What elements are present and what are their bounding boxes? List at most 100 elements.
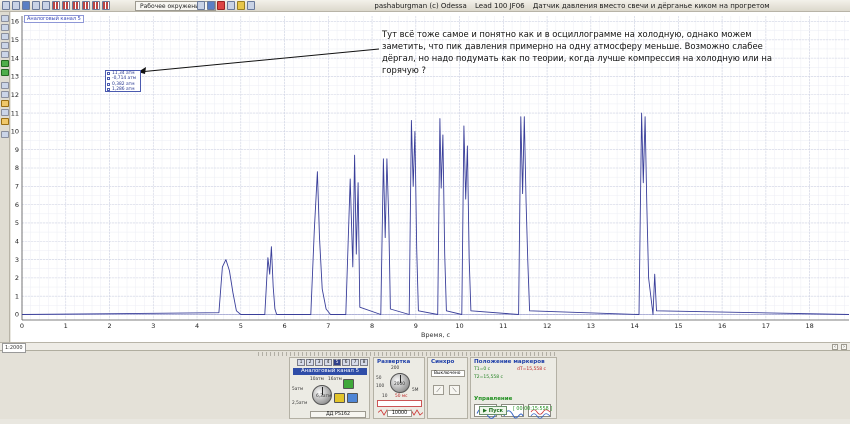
grid2-icon[interactable] xyxy=(62,1,70,10)
sync-rising-icon[interactable]: ⟋ xyxy=(433,385,444,395)
sweep-knob-label: 10 xyxy=(382,394,388,399)
zoom-fit-icon[interactable] xyxy=(1,33,9,40)
grid-icon[interactable] xyxy=(52,1,60,10)
run-label: Пуск xyxy=(488,408,504,414)
y-tick-label: 12 xyxy=(11,91,19,99)
title-author: pashaburgman (c) Odessa xyxy=(374,2,467,10)
x-tick-label: 10 xyxy=(455,322,463,330)
plot-area[interactable]: 0 1 2 3 4 5 6 7 8 9 10 11 12 13 14 15 16 17 18 0 1 2 3 4 5 6 7 8 9 10… xyxy=(11,12,850,342)
zoom-in-icon[interactable] xyxy=(1,15,9,22)
left-toolstrip xyxy=(0,12,10,342)
channel-tab-6[interactable]: 6 xyxy=(342,359,350,366)
toolbar-right xyxy=(197,1,255,10)
y-tick-label: 0 xyxy=(15,311,19,319)
sensor-field[interactable]: ДД PS162 xyxy=(310,411,366,418)
zoom-label[interactable]: 1:2000 xyxy=(2,343,26,353)
channel-tab-1[interactable]: 1 xyxy=(297,359,305,366)
power-icon[interactable] xyxy=(343,379,354,389)
y-tick-label: 7 xyxy=(15,183,19,191)
new-file-icon[interactable] xyxy=(2,1,10,10)
y-tick-label: 14 xyxy=(11,54,19,62)
sync-falling-icon[interactable]: ⟍ xyxy=(449,385,460,395)
horizontal-scrollbar[interactable]: 1:2000 ‹ › xyxy=(0,343,850,353)
y-tick-label: 13 xyxy=(11,73,19,81)
channel-label: Аналоговый канал 5 xyxy=(24,15,84,23)
x-tick-label: 1 xyxy=(64,322,68,330)
y-tick-label: 4 xyxy=(15,237,19,245)
zoom-y-icon[interactable] xyxy=(1,51,9,58)
channel-tab-2[interactable]: 2 xyxy=(306,359,314,366)
sync-mode-select[interactable]: Выключено xyxy=(431,370,465,377)
refresh-icon[interactable] xyxy=(197,1,205,10)
marker-t2: T2=15,558 с xyxy=(474,375,504,380)
sweep-knob-label: 200 xyxy=(391,366,400,371)
channel-tab-5[interactable]: 5 xyxy=(333,359,341,366)
x-tick-label: 14 xyxy=(630,322,638,330)
sweep-knob-label: 5M xyxy=(412,388,419,393)
record-icon[interactable] xyxy=(217,1,225,10)
help-icon[interactable] xyxy=(247,1,255,10)
scroll-right-icon[interactable]: › xyxy=(841,344,847,350)
grid3-icon[interactable] xyxy=(72,1,80,10)
grid-toggle-icon[interactable] xyxy=(1,131,9,138)
copy-icon[interactable] xyxy=(42,1,50,10)
x-tick-label: 18 xyxy=(805,322,813,330)
ruler-icon[interactable] xyxy=(1,109,9,116)
marker-swatch-icon xyxy=(107,82,110,86)
x-tick-label: 4 xyxy=(195,322,199,330)
sweep-value-input[interactable]: 10000 xyxy=(387,410,412,417)
x-tick-label: 5 xyxy=(239,322,243,330)
marker-swatch-icon xyxy=(107,77,110,81)
y-tick-label: 11 xyxy=(11,109,19,117)
marker-value: 0,382 атм xyxy=(112,81,135,87)
grid4-icon[interactable] xyxy=(82,1,90,10)
arrow-up-icon[interactable] xyxy=(1,60,9,67)
arrow-down-icon[interactable] xyxy=(1,69,9,76)
channel-tab-3[interactable]: 3 xyxy=(315,359,323,366)
scroll-left-icon[interactable]: ‹ xyxy=(832,344,838,350)
channel-tab-8[interactable]: 8 xyxy=(360,359,368,366)
export-icon[interactable] xyxy=(227,1,235,10)
workspace-select-label: Рабочее окружение xyxy=(140,3,203,10)
run-button[interactable]: ▶ Пуск xyxy=(479,406,507,415)
x-tick-label: 0 xyxy=(20,322,24,330)
x-tick-label: 17 xyxy=(762,322,770,330)
sync-panel: Синхро Выключено ⟋ ⟍ xyxy=(427,357,468,419)
zoom-out-icon[interactable] xyxy=(1,24,9,31)
panel-grip[interactable] xyxy=(258,352,558,356)
annotation-text: Тут всё тоже самое и понятно как и в осц… xyxy=(382,29,773,75)
print-icon[interactable] xyxy=(32,1,40,10)
open-file-icon[interactable] xyxy=(12,1,20,10)
sweep-wave-preview xyxy=(377,400,424,416)
zoom-x-icon[interactable] xyxy=(1,42,9,49)
marker-icon[interactable] xyxy=(1,91,9,98)
x-tick-label: 12 xyxy=(543,322,551,330)
channel-tab-7[interactable]: 7 xyxy=(351,359,359,366)
sweep-unit: 50 мс xyxy=(395,394,408,399)
grid5-icon[interactable] xyxy=(92,1,100,10)
title-toolbar: pashaburgman (c) Odessa Lead 100 JF06 Да… xyxy=(0,0,850,12)
play-icon[interactable] xyxy=(334,393,345,403)
y-tick-label: 15 xyxy=(11,36,19,44)
x-tick-label: 15 xyxy=(674,322,682,330)
x-tick-label: 2 xyxy=(107,322,111,330)
x-tick-label: 16 xyxy=(718,322,726,330)
grid6-icon[interactable] xyxy=(102,1,110,10)
save-data-icon[interactable] xyxy=(347,393,358,403)
channel-tab-4[interactable]: 4 xyxy=(324,359,332,366)
y-tick-label: 16 xyxy=(11,18,19,26)
highlight-icon[interactable] xyxy=(1,118,9,125)
marker-readout: 11,34 атм -0,714 атм 0,382 атм 1,286 атм xyxy=(105,70,141,92)
save-disk-icon[interactable] xyxy=(207,1,215,10)
save-icon[interactable] xyxy=(22,1,30,10)
measure-icon[interactable] xyxy=(1,100,9,107)
y-tick-label: 5 xyxy=(15,219,19,227)
elapsed-timer: [ 00:00:15:558 ] xyxy=(513,407,553,412)
knob-label: 10атм xyxy=(310,377,324,382)
settings-icon[interactable] xyxy=(237,1,245,10)
cursor-icon[interactable] xyxy=(1,82,9,89)
marker-value: -0,714 атм xyxy=(112,76,137,82)
knob-label: 2,5атм xyxy=(292,401,308,406)
window-title: pashaburgman (c) Odessa Lead 100 JF06 Да… xyxy=(0,0,850,12)
x-tick-label: 7 xyxy=(326,322,330,330)
